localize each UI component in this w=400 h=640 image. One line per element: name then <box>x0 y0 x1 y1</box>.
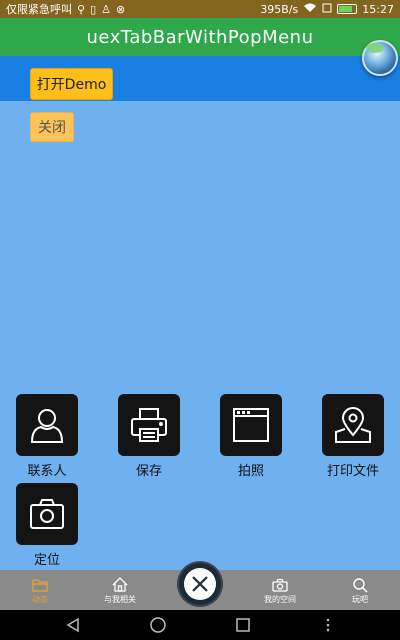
tab-label: 动态 <box>32 594 48 604</box>
camera-icon <box>16 483 78 545</box>
menu-item-label: 打印文件 <box>326 464 379 479</box>
menu-item-save[interactable]: 保存 <box>109 394 189 479</box>
phone-icon: ▯ <box>90 2 97 16</box>
notification-icon: ⊗ <box>116 2 126 16</box>
menu-item-photo[interactable]: 拍照 <box>211 394 291 479</box>
back-icon[interactable] <box>63 615 83 635</box>
net-speed: 395B/s <box>260 2 299 16</box>
floating-ball-icon[interactable] <box>362 40 398 76</box>
status-bar: 仅限紧急呼叫 ⚲ ▯ ♙ ⊗ 395B/s 15:27 <box>0 0 400 18</box>
menu-item-label: 拍照 <box>237 464 264 479</box>
folder-icon <box>31 576 49 594</box>
tab-related[interactable]: 与我相关 <box>80 570 160 610</box>
more-vertical-icon[interactable] <box>318 615 338 635</box>
map-pin-icon <box>322 394 384 456</box>
person-icon <box>16 394 78 456</box>
tab-label: 与我相关 <box>104 594 136 604</box>
menu-item-label: 保存 <box>135 464 162 479</box>
menu-item-label: 联系人 <box>27 464 67 479</box>
close-button[interactable]: 关闭 <box>30 112 74 142</box>
system-nav-bar <box>0 610 400 640</box>
tab-my-space[interactable]: 我的空间 <box>240 570 320 610</box>
wifi-icon <box>303 3 317 16</box>
status-left: 仅限紧急呼叫 ⚲ ▯ ♙ ⊗ <box>6 1 125 17</box>
battery-icon <box>337 4 358 14</box>
tab-label: 我的空间 <box>264 594 296 604</box>
tab-play[interactable]: 玩吧 <box>320 570 400 610</box>
recents-icon[interactable] <box>233 615 253 635</box>
open-demo-button[interactable]: 打开Demo <box>30 68 113 100</box>
printer-icon <box>118 394 180 456</box>
clock: 15:27 <box>362 2 394 16</box>
tab-dynamics[interactable]: 动态 <box>0 570 80 610</box>
menu-item-location[interactable]: 定位 <box>7 483 87 568</box>
search-icon <box>351 576 369 594</box>
center-close-button[interactable] <box>179 563 221 605</box>
app-title: uexTabBarWithPopMenu <box>86 26 314 48</box>
home-icon <box>111 576 129 594</box>
close-icon <box>184 568 216 600</box>
app-title-bar: uexTabBarWithPopMenu <box>0 18 400 56</box>
camera-icon <box>271 576 289 594</box>
menu-item-contacts[interactable]: 联系人 <box>7 394 87 479</box>
carrier-text: 仅限紧急呼叫 <box>6 3 72 16</box>
home-nav-icon[interactable] <box>148 615 168 635</box>
android-icon: ♙ <box>101 2 111 16</box>
menu-item-print[interactable]: 打印文件 <box>313 394 393 479</box>
window-icon <box>220 394 282 456</box>
sim-icon <box>322 3 332 16</box>
usb-icon: ⚲ <box>77 2 86 16</box>
tab-label: 玩吧 <box>352 594 368 604</box>
menu-item-label: 定位 <box>33 553 60 568</box>
status-right: 395B/s 15:27 <box>260 3 394 16</box>
